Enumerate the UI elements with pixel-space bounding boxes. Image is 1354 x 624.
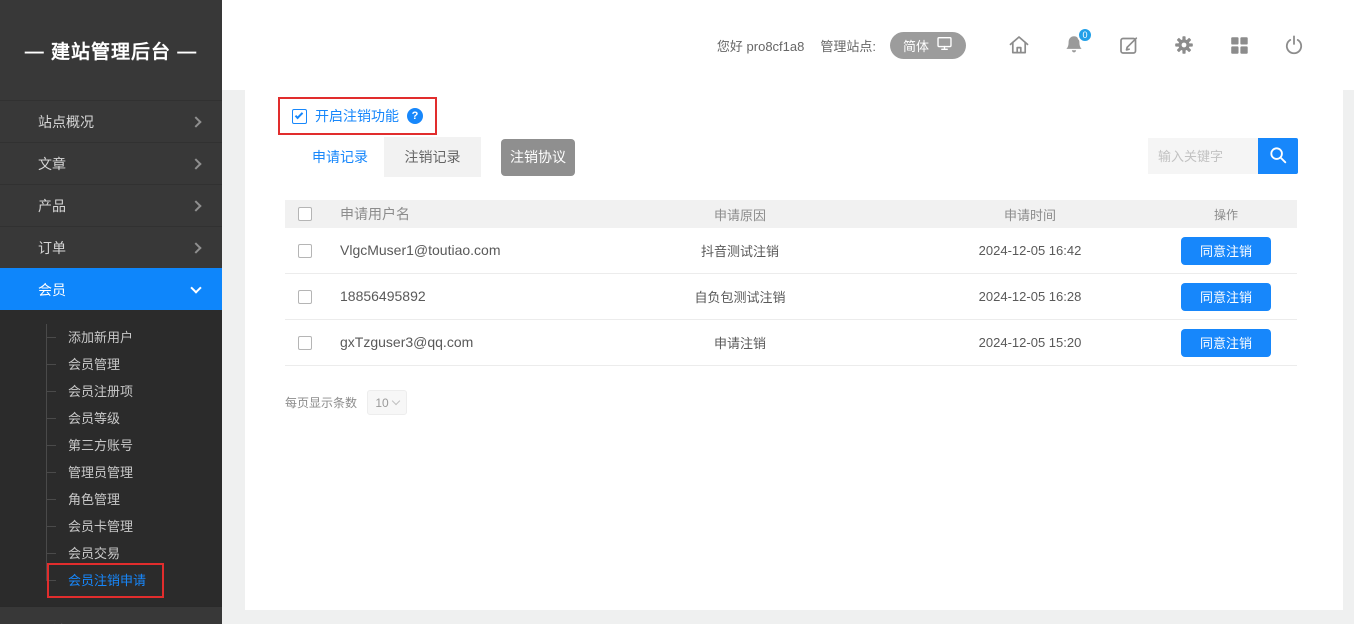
search-icon xyxy=(1267,144,1289,169)
table-row: VlgcMuser1@toutiao.com 抖音测试注销 2024-12-05… xyxy=(285,228,1297,274)
sidebar-subitem-third-party-accounts[interactable]: 第三方账号 xyxy=(0,432,222,459)
language-label: 简体 xyxy=(903,36,929,55)
sidebar-nav: 站点概况 文章 产品 订单 会员 添加新用户 会员管理 会员注册项 会员等级 第… xyxy=(0,100,222,624)
agree-cancel-button[interactable]: 同意注销 xyxy=(1181,329,1271,357)
managed-site-label: 管理站点: xyxy=(820,36,876,55)
grid-icon[interactable] xyxy=(1226,32,1252,58)
username-cell: VlgcMuser1@toutiao.com xyxy=(340,242,501,258)
reason-cell: 抖音测试注销 xyxy=(575,241,905,260)
tabs: 申请记录 注销记录 注销协议 xyxy=(296,137,575,177)
chevron-right-icon xyxy=(190,200,201,211)
sidebar-subitem-member-cancellation[interactable]: 会员注销申请 xyxy=(0,567,222,594)
home-icon[interactable] xyxy=(1006,32,1032,58)
username-cell: 18856495892 xyxy=(340,288,426,304)
greeting-text: 您好 pro8cf1a8 xyxy=(717,36,804,55)
chevron-down-icon xyxy=(391,397,399,405)
enable-cancellation-checkbox[interactable] xyxy=(292,109,307,124)
username-cell: gxTzguser3@qq.com xyxy=(340,334,473,350)
sidebar-item-site-overview[interactable]: 站点概况 xyxy=(0,100,222,142)
main-panel: 开启注销功能 申请记录 注销记录 注销协议 申请用户名 申请原因 申请时间 操作 xyxy=(245,90,1343,610)
tab-application-records[interactable]: 申请记录 xyxy=(296,137,384,177)
power-icon[interactable] xyxy=(1281,32,1307,58)
topbar-icons: 0 xyxy=(1006,32,1307,58)
bell-icon[interactable]: 0 xyxy=(1061,32,1087,58)
time-cell: 2024-12-05 15:20 xyxy=(905,335,1155,350)
select-all-checkbox[interactable] xyxy=(298,207,312,221)
sidebar-subitem-role-management[interactable]: 角色管理 xyxy=(0,486,222,513)
search-bar xyxy=(1148,138,1298,174)
sidebar-subitem-member-transactions[interactable]: 会员交易 xyxy=(0,540,222,567)
table-row: gxTzguser3@qq.com 申请注销 2024-12-05 15:20 … xyxy=(285,320,1297,366)
topbar: 您好 pro8cf1a8 管理站点: 简体 0 xyxy=(222,0,1354,90)
row-checkbox[interactable] xyxy=(298,290,312,304)
agree-cancel-button[interactable]: 同意注销 xyxy=(1181,237,1271,265)
sidebar: — 建站管理后台 — 站点概况 文章 产品 订单 会员 添加新用户 会员管理 会… xyxy=(0,0,222,624)
cancellation-table: 申请用户名 申请原因 申请时间 操作 VlgcMuser1@toutiao.co… xyxy=(285,200,1297,366)
row-checkbox[interactable] xyxy=(298,244,312,258)
chevron-right-icon xyxy=(190,116,201,127)
sidebar-subitem-admin-management[interactable]: 管理员管理 xyxy=(0,459,222,486)
page-size-control: 每页显示条数 10 xyxy=(285,390,407,415)
row-checkbox[interactable] xyxy=(298,336,312,350)
sidebar-subitem-add-user[interactable]: 添加新用户 xyxy=(0,324,222,351)
sidebar-item-orders[interactable]: 订单 xyxy=(0,226,222,268)
sidebar-subitem-member-management[interactable]: 会员管理 xyxy=(0,351,222,378)
notification-badge: 0 xyxy=(1077,27,1093,43)
page-size-select[interactable]: 10 xyxy=(367,390,407,415)
time-cell: 2024-12-05 16:28 xyxy=(905,289,1155,304)
sidebar-subitem-member-cards[interactable]: 会员卡管理 xyxy=(0,513,222,540)
language-preview-button[interactable]: 简体 xyxy=(890,32,966,59)
gear-icon[interactable] xyxy=(1171,32,1197,58)
chevron-right-icon xyxy=(190,158,201,169)
edit-icon[interactable] xyxy=(1116,32,1142,58)
time-cell: 2024-12-05 16:42 xyxy=(905,243,1155,258)
table-row: 18856495892 自负包测试注销 2024-12-05 16:28 同意注… xyxy=(285,274,1297,320)
tab-cancellation-records[interactable]: 注销记录 xyxy=(384,137,481,177)
header-action: 操作 xyxy=(1155,206,1297,223)
cancellation-agreement-button[interactable]: 注销协议 xyxy=(501,139,575,176)
header-username: 申请用户名 xyxy=(325,204,575,224)
sidebar-item-articles[interactable]: 文章 xyxy=(0,142,222,184)
chevron-down-icon xyxy=(190,282,201,293)
search-input[interactable] xyxy=(1148,138,1258,174)
sidebar-item-products[interactable]: 产品 xyxy=(0,184,222,226)
help-icon[interactable] xyxy=(407,108,423,124)
reason-cell: 自负包测试注销 xyxy=(575,287,905,306)
chevron-right-icon xyxy=(190,242,201,253)
enable-cancellation-label: 开启注销功能 xyxy=(315,106,399,126)
sidebar-item-distribution[interactable]: 分销 xyxy=(0,606,222,624)
sidebar-subitem-member-levels[interactable]: 会员等级 xyxy=(0,405,222,432)
search-button[interactable] xyxy=(1258,138,1298,174)
table-header: 申请用户名 申请原因 申请时间 操作 xyxy=(285,200,1297,228)
header-reason: 申请原因 xyxy=(575,205,905,224)
page-size-label: 每页显示条数 xyxy=(285,394,357,411)
annotation-box-toggle: 开启注销功能 xyxy=(278,97,437,135)
sidebar-subitem-registration-fields[interactable]: 会员注册项 xyxy=(0,378,222,405)
monitor-icon xyxy=(936,36,953,54)
reason-cell: 申请注销 xyxy=(575,333,905,352)
app-logo: — 建站管理后台 — xyxy=(0,0,222,100)
members-submenu: 添加新用户 会员管理 会员注册项 会员等级 第三方账号 管理员管理 角色管理 会… xyxy=(0,310,222,606)
header-time: 申请时间 xyxy=(905,205,1155,224)
sidebar-item-members[interactable]: 会员 xyxy=(0,268,222,310)
check-icon xyxy=(295,110,303,118)
page-size-value: 10 xyxy=(375,396,388,410)
agree-cancel-button[interactable]: 同意注销 xyxy=(1181,283,1271,311)
